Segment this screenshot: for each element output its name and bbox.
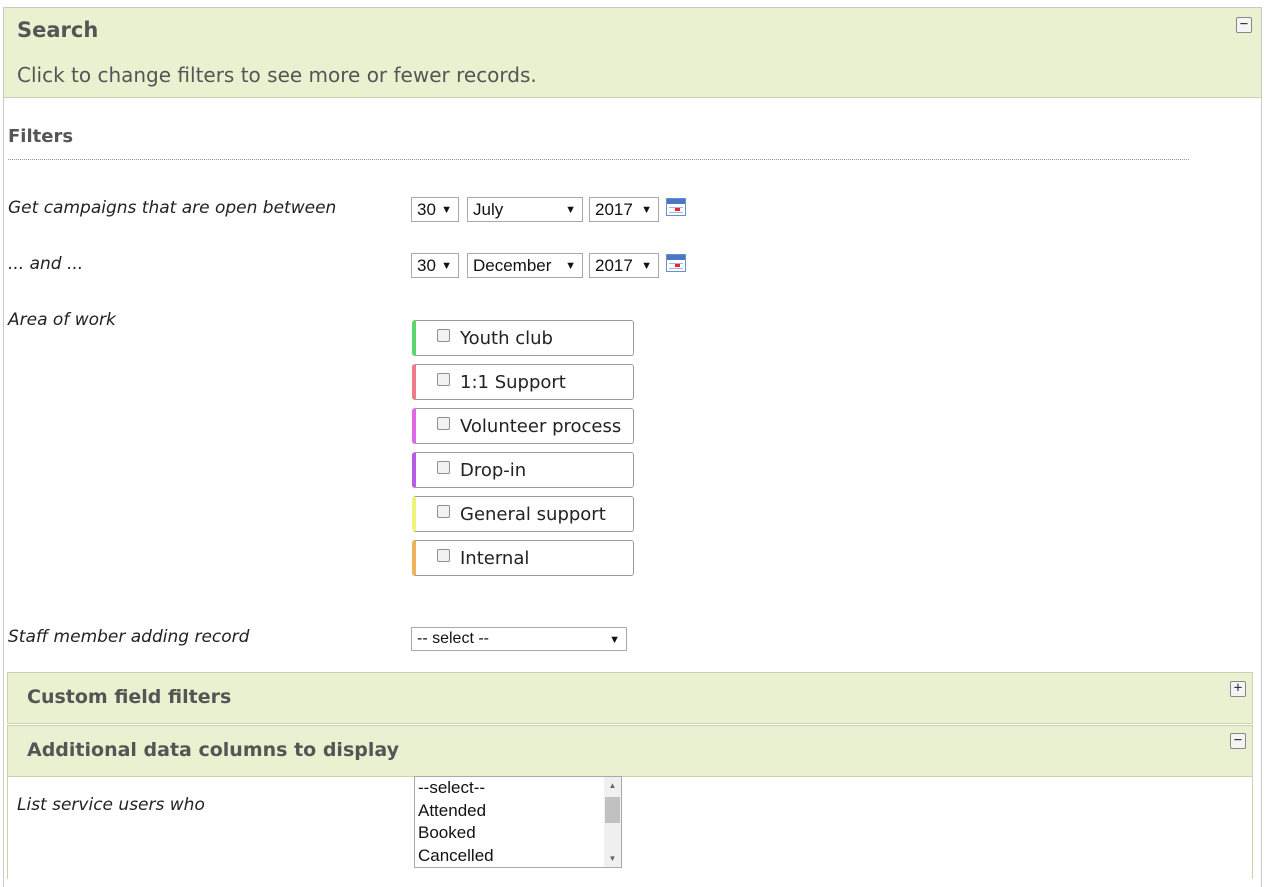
area-item-label: Drop-in xyxy=(460,460,527,481)
and-label: ... and ... xyxy=(8,254,84,274)
scrollbar-thumb[interactable] xyxy=(605,797,620,823)
additional-columns-title: Additional data columns to display xyxy=(27,739,399,761)
staff-member-label: Staff member adding record xyxy=(8,627,250,647)
dropdown-arrow-icon: ▼ xyxy=(641,260,652,272)
area-item-youth-club[interactable]: Youth club xyxy=(412,320,634,356)
custom-field-filters-header[interactable]: Custom field filters + xyxy=(7,672,1253,724)
area-checkbox[interactable] xyxy=(437,461,450,474)
listbox-option[interactable]: --select-- xyxy=(415,777,621,800)
expand-icon[interactable]: + xyxy=(1230,681,1246,697)
open-between-label: Get campaigns that are open between xyxy=(8,198,337,218)
area-item-1-1-support[interactable]: 1:1 Support xyxy=(412,364,634,400)
filters-heading: Filters xyxy=(8,126,74,147)
to-day-select[interactable]: 30 ▼ xyxy=(411,253,459,278)
to-month-value: December xyxy=(473,256,552,275)
area-of-work-label: Area of work xyxy=(8,310,116,330)
area-checkbox[interactable] xyxy=(437,505,450,518)
search-subtitle: Click to change filters to see more or f… xyxy=(17,63,537,87)
search-header[interactable]: Search Click to change filters to see mo… xyxy=(4,8,1261,98)
from-year-value: 2017 xyxy=(595,200,633,219)
listbox-scrollbar[interactable]: ▲ ▼ xyxy=(604,777,621,867)
from-day-select[interactable]: 30 ▼ xyxy=(411,197,459,222)
area-checkbox[interactable] xyxy=(437,549,450,562)
dropdown-arrow-icon: ▼ xyxy=(609,634,620,646)
filters-divider xyxy=(8,159,1189,160)
staff-member-value: -- select -- xyxy=(417,630,489,647)
listbox-option[interactable]: Attended xyxy=(415,800,621,823)
from-month-select[interactable]: July ▼ xyxy=(467,197,583,222)
to-month-select[interactable]: December ▼ xyxy=(467,253,583,278)
staff-member-select[interactable]: -- select -- ▼ xyxy=(411,627,627,651)
dropdown-arrow-icon: ▼ xyxy=(441,204,452,216)
collapse-icon[interactable]: − xyxy=(1230,733,1246,749)
from-year-select[interactable]: 2017 ▼ xyxy=(589,197,659,222)
area-item-label: Volunteer process xyxy=(460,416,622,437)
area-item-drop-in[interactable]: Drop-in xyxy=(412,452,634,488)
area-item-label: Internal xyxy=(460,548,530,569)
area-item-label: General support xyxy=(460,504,606,525)
custom-field-filters-title: Custom field filters xyxy=(27,686,232,708)
area-item-label: Youth club xyxy=(460,328,553,349)
area-checkbox[interactable] xyxy=(437,329,450,342)
area-item-internal[interactable]: Internal xyxy=(412,540,634,576)
search-title: Search xyxy=(17,18,99,42)
area-item-volunteer-process[interactable]: Volunteer process xyxy=(412,408,634,444)
from-calendar-icon[interactable] xyxy=(666,198,686,216)
dropdown-arrow-icon: ▼ xyxy=(565,204,576,216)
to-day-value: 30 xyxy=(417,256,436,275)
dropdown-arrow-icon: ▼ xyxy=(441,260,452,272)
to-year-value: 2017 xyxy=(595,256,633,275)
listbox-option[interactable]: Cancelled xyxy=(415,845,621,868)
from-day-value: 30 xyxy=(417,200,436,219)
scroll-down-icon[interactable]: ▼ xyxy=(604,850,621,867)
scroll-up-icon[interactable]: ▲ xyxy=(604,777,621,794)
area-item-general-support[interactable]: General support xyxy=(412,496,634,532)
collapse-search-icon[interactable]: − xyxy=(1236,17,1252,33)
dropdown-arrow-icon: ▼ xyxy=(641,204,652,216)
to-calendar-icon[interactable] xyxy=(666,254,686,272)
service-user-status-listbox[interactable]: --select-- Attended Booked Cancelled ▲ ▼ xyxy=(414,776,622,868)
area-item-label: 1:1 Support xyxy=(460,372,566,393)
area-checkbox[interactable] xyxy=(437,373,450,386)
to-year-select[interactable]: 2017 ▼ xyxy=(589,253,659,278)
additional-columns-body xyxy=(7,769,1253,879)
from-month-value: July xyxy=(473,200,504,219)
list-service-users-label: List service users who xyxy=(17,795,205,815)
area-checkbox[interactable] xyxy=(437,417,450,430)
dropdown-arrow-icon: ▼ xyxy=(565,260,576,272)
listbox-option[interactable]: Booked xyxy=(415,822,621,845)
